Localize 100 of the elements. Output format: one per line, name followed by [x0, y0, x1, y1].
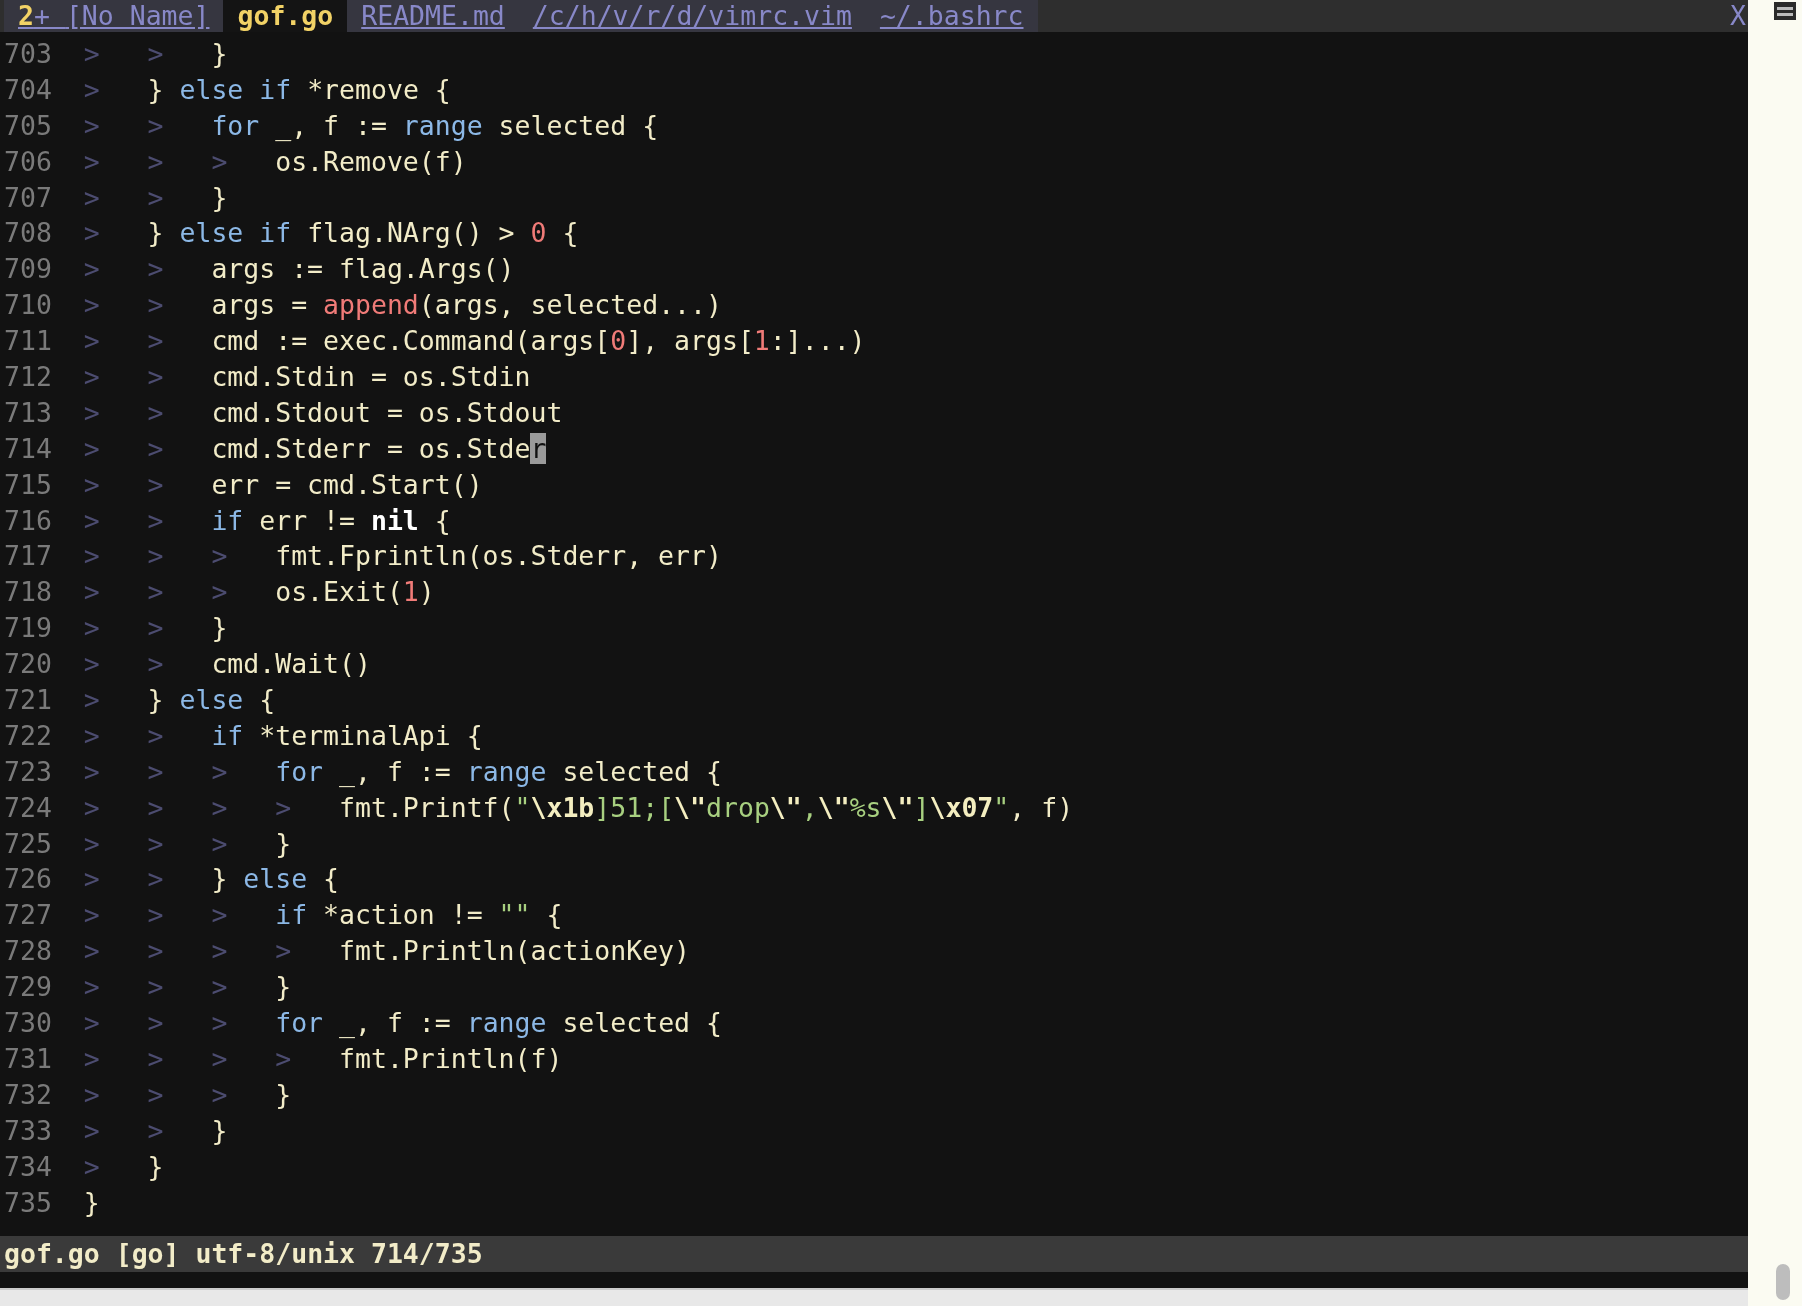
- indent-marker: >: [211, 1041, 228, 1076]
- editor-tab[interactable]: 2+ [No Name]: [4, 0, 224, 32]
- close-button[interactable]: X: [1730, 0, 1748, 32]
- code-line: fmt.Println(actionKey): [339, 934, 690, 969]
- code-line: cmd.Stdin = os.Stdin: [211, 360, 531, 394]
- line-number: 710: [4, 288, 52, 323]
- line-number: 712: [4, 360, 52, 394]
- line-number: 731: [4, 1041, 52, 1076]
- indent-marker: >: [83, 503, 100, 538]
- indent-marker: >: [275, 790, 292, 825]
- indent-marker: >: [83, 647, 100, 682]
- line-number: 707: [4, 180, 52, 215]
- indent-marker: >: [147, 575, 164, 610]
- line-number: 733: [4, 1113, 52, 1148]
- line-number: 728: [4, 934, 52, 969]
- indent-marker: >: [147, 970, 164, 1005]
- line-number: 711: [4, 324, 52, 359]
- indent-marker: >: [83, 611, 100, 646]
- indent-marker: >: [147, 647, 164, 682]
- indent-marker: >: [211, 144, 228, 179]
- line-number: 718: [4, 575, 52, 610]
- line-number: 725: [4, 826, 52, 861]
- indent-marker: >: [83, 754, 100, 789]
- code-line: }: [83, 1185, 100, 1220]
- indent-marker: >: [211, 1006, 228, 1041]
- indent-marker: >: [83, 1077, 100, 1112]
- code-line: args = append(args, selected...): [211, 288, 722, 323]
- line-number: 706: [4, 144, 52, 179]
- scrollbar-thumb[interactable]: [1776, 1264, 1790, 1300]
- indent-marker: >: [147, 503, 164, 538]
- code-line: fmt.Println(f): [339, 1041, 563, 1076]
- line-number: 727: [4, 898, 52, 933]
- indent-marker: >: [83, 790, 100, 825]
- code-line: cmd.Wait(): [211, 647, 371, 682]
- line-number: 708: [4, 216, 52, 251]
- editor-tab[interactable]: /c/h/v/r/d/vimrc.vim: [518, 0, 866, 32]
- indent-marker: >: [147, 1077, 164, 1112]
- line-number: 709: [4, 252, 52, 287]
- code-line: if *terminalApi {: [211, 718, 483, 753]
- code-line: }: [275, 826, 292, 861]
- code-line: os.Remove(f): [275, 144, 467, 179]
- indent-marker: >: [147, 718, 164, 753]
- indent-marker: >: [147, 1113, 164, 1148]
- code-line: args := flag.Args(): [211, 252, 515, 287]
- indent-marker: >: [147, 611, 164, 646]
- indent-marker: >: [147, 898, 164, 933]
- indent-marker: >: [211, 539, 228, 574]
- indent-marker: >: [83, 1149, 100, 1184]
- line-number: 714: [4, 431, 52, 466]
- line-number: 713: [4, 395, 52, 430]
- code-line: for _, f := range selected {: [211, 108, 659, 143]
- indent-marker: >: [147, 862, 164, 897]
- indent-marker: >: [147, 252, 164, 287]
- indent-marker: >: [211, 970, 228, 1005]
- indent-marker: >: [83, 826, 100, 861]
- indent-marker: >: [83, 324, 100, 359]
- editor-tab[interactable]: README.md: [347, 0, 519, 32]
- editor-tab[interactable]: gof.go: [223, 0, 348, 32]
- menu-icon: [1774, 2, 1796, 20]
- code-line: } else if *remove {: [147, 72, 451, 107]
- indent-marker: >: [83, 575, 100, 610]
- editor-tab[interactable]: ~/.bashrc: [865, 0, 1038, 32]
- code-line: }: [275, 1077, 292, 1112]
- code-line: os.Exit(1): [275, 575, 435, 610]
- indent-marker: >: [83, 144, 100, 179]
- code-line: } else {: [211, 862, 340, 897]
- indent-marker: >: [147, 288, 164, 323]
- indent-marker: >: [147, 324, 164, 359]
- line-number: 726: [4, 862, 52, 897]
- line-number: 722: [4, 718, 52, 753]
- indent-marker: >: [83, 108, 100, 143]
- indent-marker: >: [83, 1006, 100, 1041]
- indent-marker: >: [147, 754, 164, 789]
- indent-marker: >: [147, 539, 164, 574]
- line-number: 729: [4, 970, 52, 1005]
- indent-marker: >: [83, 683, 100, 718]
- line-number: 719: [4, 611, 52, 646]
- indent-marker: >: [83, 72, 100, 107]
- indent-marker: >: [83, 288, 100, 323]
- indent-marker: >: [147, 108, 164, 143]
- indent-marker: >: [83, 718, 100, 753]
- indent-marker: >: [83, 395, 100, 430]
- code-line: cmd.Stdout = os.Stdout: [211, 395, 563, 430]
- indent-marker: >: [83, 360, 100, 394]
- indent-marker: >: [83, 1041, 100, 1076]
- code-line: }: [211, 37, 228, 71]
- indent-marker: >: [211, 790, 228, 825]
- indent-marker: >: [147, 431, 164, 466]
- indent-marker: >: [211, 1077, 228, 1112]
- indent-marker: >: [83, 1113, 100, 1148]
- code-line: cmd := exec.Command(args[0], args[1:]...): [211, 324, 866, 359]
- line-number: 717: [4, 539, 52, 574]
- code-line: }: [211, 611, 228, 646]
- indent-marker: >: [147, 934, 164, 969]
- code-line: } else {: [147, 683, 276, 718]
- indent-marker: >: [83, 180, 100, 215]
- code-line: }: [275, 970, 292, 1005]
- line-number: 715: [4, 467, 52, 502]
- code-line: }: [147, 1149, 164, 1184]
- code-line: if err != nil {: [211, 503, 451, 538]
